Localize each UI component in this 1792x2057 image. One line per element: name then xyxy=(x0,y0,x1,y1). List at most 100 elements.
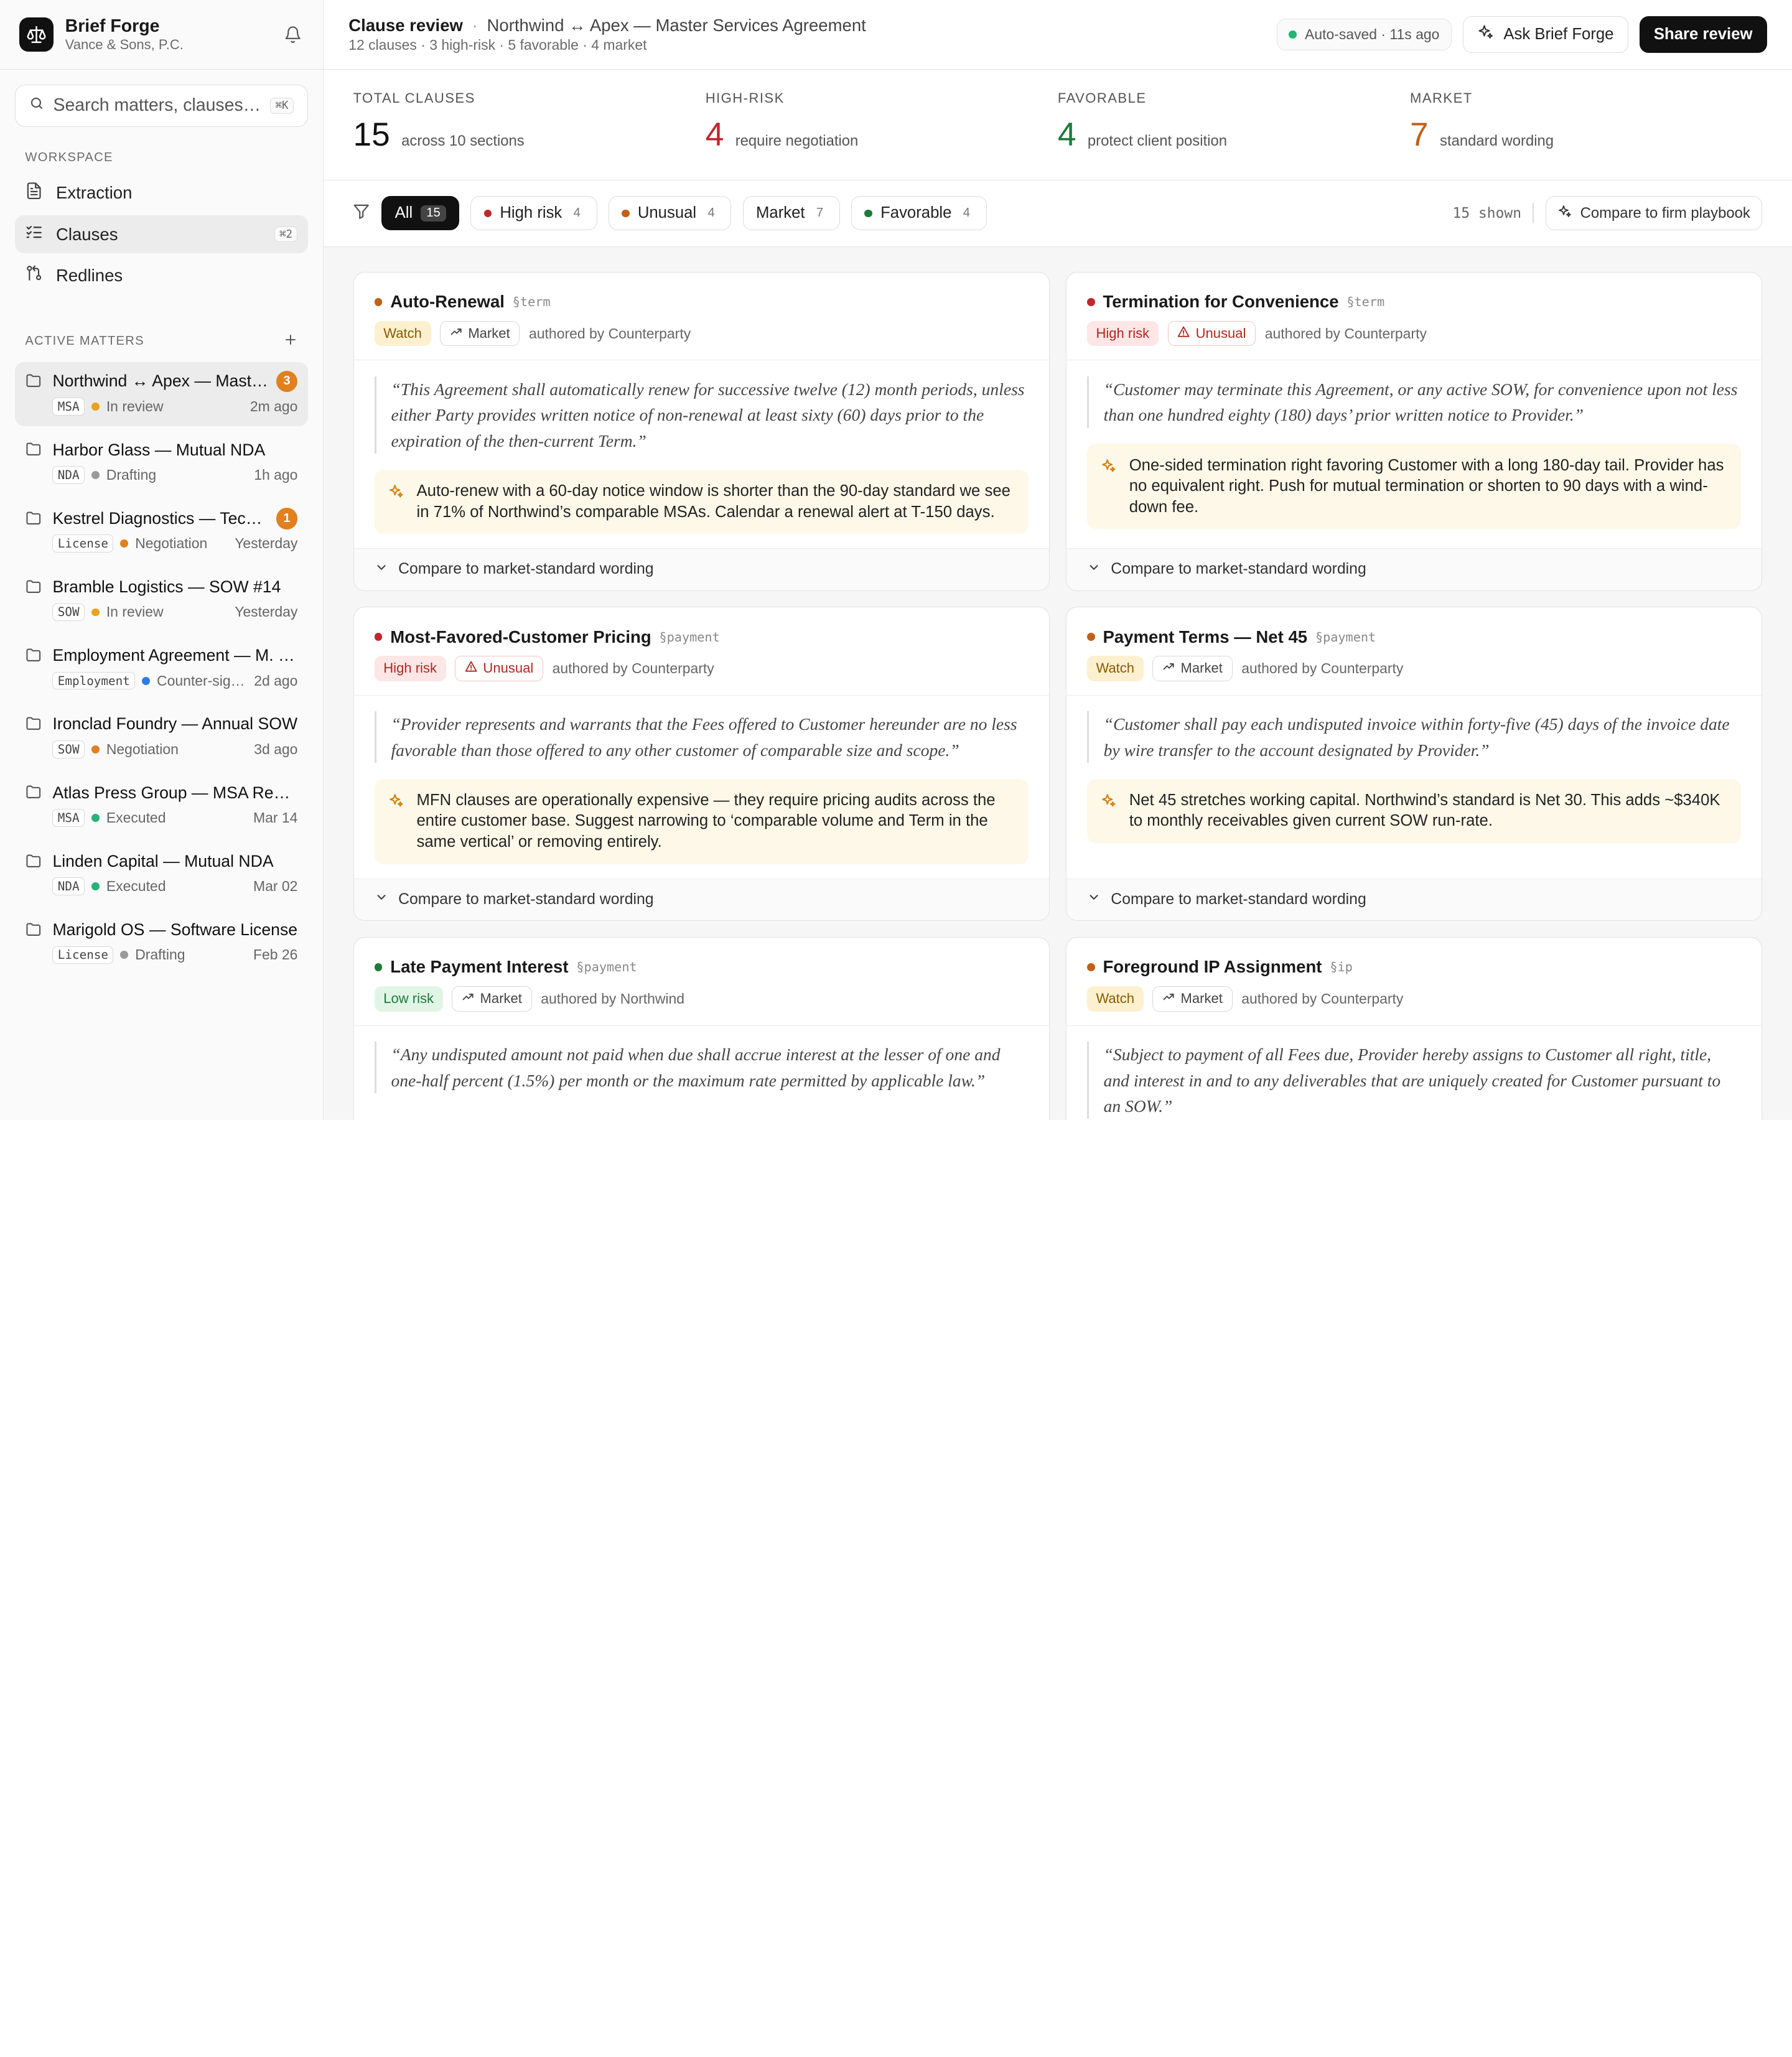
matter-item[interactable]: Northwind ↔ Apex — Master Services Agree… xyxy=(14,361,308,426)
workspace-label: Workspace xyxy=(0,151,323,165)
kind-label: Market xyxy=(1180,660,1223,676)
compare-label: Compare to market-standard wording xyxy=(398,891,654,908)
matter-time: Mar 14 xyxy=(253,809,298,826)
share-review-button[interactable]: Share review xyxy=(1639,16,1767,53)
stat-value: 7 xyxy=(1410,116,1429,153)
filter-bar: All 15 High risk 4 Unusual 4 Market 7 Fa… xyxy=(323,180,1792,247)
kind-label: Market xyxy=(480,991,522,1007)
compare-playbook-button[interactable]: Compare to firm playbook xyxy=(1545,196,1763,231)
chevron-down-icon xyxy=(375,890,388,908)
nav-item-clauses[interactable]: Clauses ⌘2 xyxy=(14,215,308,253)
kind-pill: Unusual xyxy=(1167,321,1256,347)
clause-section: §payment xyxy=(576,959,637,975)
matter-item[interactable]: Kestrel Diagnostics — Technology License… xyxy=(15,499,308,563)
matter-item[interactable]: Ironclad Foundry — Annual SOW SOW Negotia… xyxy=(15,705,308,769)
clause-card[interactable]: Foreground IP Assignment §ip Watch Market… xyxy=(1065,937,1763,1120)
main-panel: Clause review · Northwind ↔ Apex — Maste… xyxy=(323,0,1792,1120)
compare-toggle[interactable]: Compare to market-standard wording xyxy=(1066,548,1762,590)
clause-card[interactable]: Termination for Convenience §term High ri… xyxy=(1065,272,1763,591)
folder-icon xyxy=(25,711,42,763)
compare-toggle[interactable]: Compare to market-standard wording xyxy=(353,878,1049,921)
nav-item-extraction[interactable]: Extraction xyxy=(15,174,308,212)
matter-tag: NDA xyxy=(52,466,85,484)
risk-dot xyxy=(1086,633,1095,641)
folder-icon xyxy=(25,574,42,627)
filter-chip-unusual[interactable]: Unusual 4 xyxy=(608,196,732,231)
kind-pill: Market xyxy=(1152,656,1233,681)
kind-label: Unusual xyxy=(483,660,534,676)
insight-text: Net 45 stretches working capital. Northw… xyxy=(1129,791,1720,830)
matter-item[interactable]: Atlas Press Group — MSA Renewal MSA Execu… xyxy=(15,773,308,837)
chip-label: Unusual xyxy=(637,204,697,222)
matter-item[interactable]: Employment Agreement — M. Okafor Employm… xyxy=(15,637,308,701)
risk-pill: High risk xyxy=(1086,321,1159,347)
matter-item[interactable]: Linden Capital — Mutual NDA NDA Executed M… xyxy=(15,842,308,906)
stat-value: 15 xyxy=(353,116,390,153)
topbar: Clause review · Northwind ↔ Apex — Maste… xyxy=(323,0,1792,70)
clause-section: §term xyxy=(1346,294,1385,310)
ask-brief-forge-button[interactable]: Ask Brief Forge xyxy=(1463,16,1628,53)
folder-icon xyxy=(25,368,42,421)
nav-shortcut: ⌘2 xyxy=(274,226,298,243)
matter-status: In review xyxy=(106,398,164,414)
insight-text: One-sided termination right favoring Cus… xyxy=(1129,456,1724,516)
chip-dot xyxy=(864,209,873,218)
matter-title: Marigold OS — Software License xyxy=(52,920,298,939)
status-dot xyxy=(142,676,150,685)
document-icon xyxy=(25,182,43,204)
clause-quote: “This Agreement shall automatically rene… xyxy=(374,376,1029,454)
filter-chip-favorable[interactable]: Favorable 4 xyxy=(851,196,987,231)
status-dot xyxy=(91,814,100,822)
clause-section: §payment xyxy=(1315,629,1376,645)
filter-chip-market[interactable]: Market 7 xyxy=(742,196,840,231)
kind-label: Market xyxy=(468,325,510,342)
clause-quote: “Provider represents and warrants that t… xyxy=(374,711,1029,763)
clause-author: authored by Counterparty xyxy=(1264,325,1427,342)
app-window: Brief Forge Vance & Sons, P.C. ⌘K Worksp… xyxy=(0,0,1792,1120)
matter-time: 3d ago xyxy=(254,740,298,757)
matter-time: Feb 26 xyxy=(253,946,298,963)
compare-toggle[interactable]: Compare to market-standard wording xyxy=(1066,878,1762,921)
nav-item-label: Clauses xyxy=(55,224,118,244)
nav-item-redlines[interactable]: Redlines xyxy=(15,256,308,294)
sidebar: Brief Forge Vance & Sons, P.C. ⌘K Worksp… xyxy=(0,0,324,1120)
clause-card[interactable]: Payment Terms — Net 45 §payment Watch Mar… xyxy=(1065,607,1763,921)
stat-label: Total clauses xyxy=(353,90,475,106)
clause-section: §ip xyxy=(1330,959,1353,975)
compare-toggle[interactable]: Compare to market-standard wording xyxy=(353,548,1049,590)
active-matters-header: Active matters xyxy=(0,332,323,351)
matter-time: Mar 02 xyxy=(253,878,298,895)
breadcrumb: Clause review · Northwind ↔ Apex — Maste… xyxy=(348,15,1265,36)
ai-insight: MFN clauses are operationally expensive … xyxy=(374,778,1029,864)
matter-item[interactable]: Harbor Glass — Mutual NDA NDA Drafting 1h … xyxy=(15,431,308,495)
clause-card[interactable]: Late Payment Interest §payment Low risk M… xyxy=(353,937,1050,1120)
compare-label: Compare to market-standard wording xyxy=(1111,561,1366,578)
warning-icon xyxy=(465,660,477,676)
filter-chip-high-risk[interactable]: High risk 4 xyxy=(470,196,597,231)
matter-status: Drafting xyxy=(135,946,185,963)
filter-icon[interactable] xyxy=(352,202,370,225)
matter-tag: MSA xyxy=(52,398,85,416)
plus-icon[interactable] xyxy=(283,332,298,351)
matter-item[interactable]: Bramble Logistics — SOW #14 SOW In review… xyxy=(15,567,308,632)
stat-high-risk: High-risk 4 require negotiation xyxy=(706,70,1058,180)
bell-icon[interactable] xyxy=(283,24,304,45)
folder-icon xyxy=(25,505,42,557)
matter-item[interactable]: Marigold OS — Software License License Dr… xyxy=(15,910,308,974)
stat-label: Favorable xyxy=(1057,90,1147,106)
stat-desc: require negotiation xyxy=(735,132,859,149)
clause-card[interactable]: Auto-Renewal §term Watch Market authored … xyxy=(353,272,1050,591)
matter-tag: Employment xyxy=(52,671,136,690)
ai-insight: Net 45 stretches working capital. Northw… xyxy=(1086,778,1742,844)
chevron-down-icon xyxy=(1087,890,1101,908)
search-input[interactable] xyxy=(53,95,261,116)
filter-chip-all[interactable]: All 15 xyxy=(381,196,460,231)
ai-insight: One-sided termination right favoring Cus… xyxy=(1086,444,1742,529)
matter-status: In review xyxy=(106,604,164,620)
stat-value: 4 xyxy=(1057,116,1076,153)
page-title: Clause review xyxy=(348,15,463,35)
kind-pill: Market xyxy=(440,321,520,347)
stat-label: Market xyxy=(1410,90,1473,106)
clause-card[interactable]: Most-Favored-Customer Pricing §payment Hi… xyxy=(353,607,1050,921)
stat-market: Market 7 standard wording xyxy=(1410,70,1762,180)
